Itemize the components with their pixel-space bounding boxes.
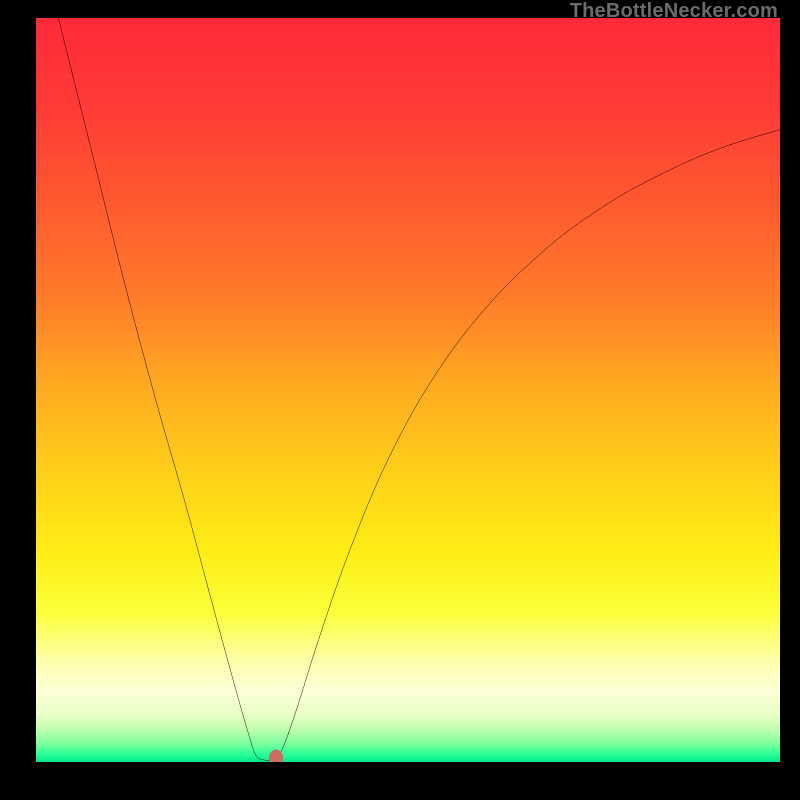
plot-area bbox=[36, 18, 780, 762]
bottleneck-curve bbox=[36, 18, 780, 762]
chart-frame: TheBottleNecker.com bbox=[0, 0, 800, 800]
optimal-point-marker bbox=[269, 749, 283, 762]
watermark-label: TheBottleNecker.com bbox=[570, 0, 778, 23]
